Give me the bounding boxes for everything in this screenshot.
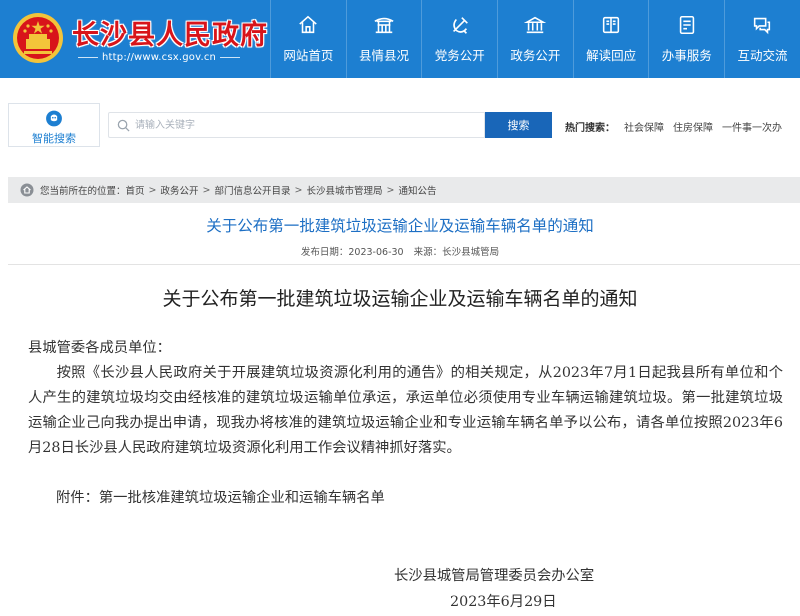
- nav-item-county-overview[interactable]: 县情县况: [345, 0, 422, 78]
- nav-item-home[interactable]: 网站首页: [270, 0, 346, 78]
- nav-label: 解读回应: [586, 48, 637, 63]
- hot-search-link[interactable]: 一件事一次办: [722, 119, 782, 134]
- smart-search-label: 智能搜索: [32, 132, 76, 145]
- salutation: 县城管委各成员单位：: [28, 340, 171, 356]
- smart-search-button[interactable]: 智能搜索: [8, 103, 100, 147]
- breadcrumb-separator: >: [294, 184, 303, 196]
- robot-head-icon: [46, 110, 62, 127]
- site-name: 长沙县人民政府: [72, 20, 268, 51]
- document-title: 关于公布第一批建筑垃圾运输企业及运输车辆名单的通知: [162, 288, 638, 310]
- breadcrumb-item-notices[interactable]: 通知公告: [398, 183, 436, 197]
- site-logo[interactable]: 长沙县人民政府 http://www.csx.gov.cn: [8, 6, 268, 72]
- nav-item-interaction[interactable]: 互动交流: [724, 0, 800, 78]
- signature: 长沙县城管局管理委员会办公室: [394, 568, 595, 584]
- nav-label: 网站首页: [283, 48, 334, 63]
- article-headline: 关于公布第一批建筑垃圾运输企业及运输车辆名单的通知: [206, 217, 594, 235]
- breadcrumb-item-department[interactable]: 长沙县城市管理局: [306, 183, 382, 197]
- home-location-icon: [20, 183, 34, 197]
- hot-searches: 热门搜索： 社会保障 住房保障 一件事一次办: [565, 119, 782, 134]
- national-emblem-icon: [13, 13, 63, 63]
- site-header: 长沙县人民政府 http://www.csx.gov.cn 网站首页 县情县况 …: [0, 0, 800, 78]
- document-date: 2023年6月29日: [450, 594, 557, 610]
- nav-label: 互动交流: [737, 48, 788, 63]
- nav-item-party-affairs[interactable]: 党务公开: [421, 0, 497, 78]
- search-icon: [117, 119, 130, 132]
- nav-label: 办事服务: [661, 48, 712, 63]
- search-input[interactable]: [135, 113, 475, 137]
- hot-search-link[interactable]: 住房保障: [673, 119, 713, 134]
- breadcrumb-item-directory[interactable]: 部门信息公开目录: [214, 183, 290, 197]
- nav-label: 政务公开: [510, 48, 561, 63]
- article-body: 县城管委各成员单位： 按照《长沙县人民政府关于开展建筑垃圾资源化利用的通告》的相…: [28, 336, 783, 461]
- breadcrumb-item-government-affairs[interactable]: 政务公开: [161, 183, 199, 197]
- breadcrumb-separator: >: [386, 184, 395, 196]
- article-source: 来源：长沙县城管局: [413, 247, 500, 258]
- body-paragraph: 按照《长沙县人民政府关于开展建筑垃圾资源化利用的通告》的相关规定，从2023年7…: [28, 365, 783, 456]
- breadcrumb-separator: >: [148, 184, 157, 196]
- nav-label: 县情县况: [359, 48, 410, 63]
- home-icon: [299, 15, 318, 34]
- main-nav: 网站首页 县情县况 党务公开 政务公开 解读回应 办事服务 互动交流: [270, 0, 800, 78]
- hot-search-link[interactable]: 社会保障: [624, 119, 664, 134]
- attachment-line: 附件：第一批核准建筑垃圾运输企业和运输车辆名单: [56, 490, 385, 506]
- chat-icon: [754, 17, 771, 35]
- nav-item-interpretation[interactable]: 解读回应: [572, 0, 649, 78]
- publish-date: 发布日期：2023-06-30: [300, 247, 404, 258]
- search-box: [108, 112, 485, 138]
- hot-searches-label: 热门搜索：: [565, 123, 615, 134]
- document-edit-icon: [679, 15, 694, 35]
- party-emblem-icon: [452, 17, 468, 34]
- nav-item-services[interactable]: 办事服务: [648, 0, 724, 78]
- article-meta: 发布日期：2023-06-30 来源：长沙县城管局: [0, 244, 800, 258]
- pavilion-icon: [374, 17, 394, 34]
- breadcrumb-item-home[interactable]: 首页: [126, 183, 145, 197]
- search-button[interactable]: 搜索: [485, 112, 552, 138]
- book-icon: [602, 16, 620, 34]
- government-building-icon: [524, 16, 547, 34]
- nav-label: 党务公开: [434, 48, 485, 63]
- breadcrumb-separator: >: [202, 184, 211, 196]
- nav-item-government-affairs[interactable]: 政务公开: [497, 0, 573, 78]
- divider: [8, 264, 800, 265]
- site-url: http://www.csx.gov.cn: [78, 52, 240, 63]
- breadcrumb-prefix: 您当前所在的位置：: [40, 186, 126, 197]
- breadcrumb: 您当前所在的位置： 首页 > 政务公开 > 部门信息公开目录 > 长沙县城市管理…: [8, 177, 800, 203]
